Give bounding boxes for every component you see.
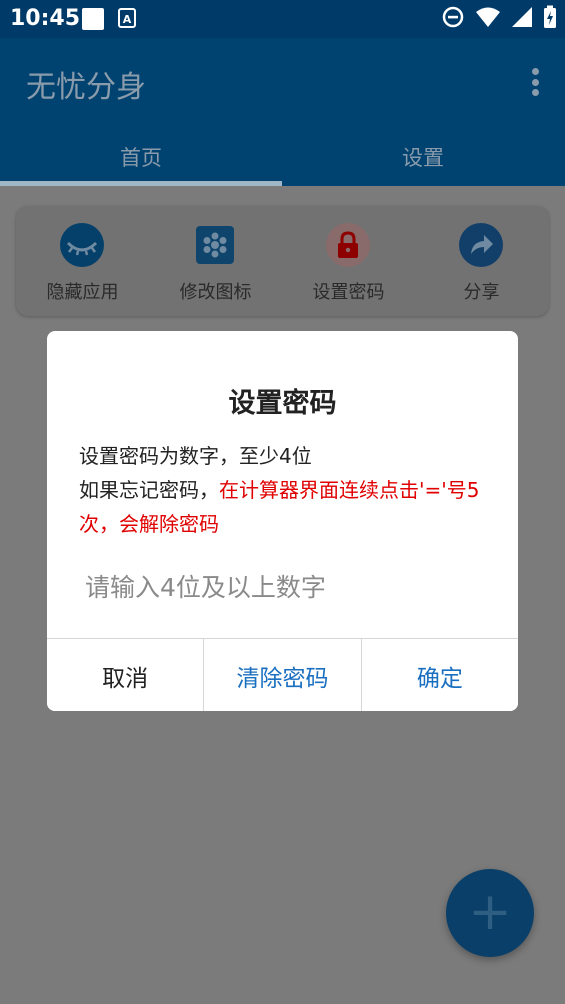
status-time: 10:45 — [10, 6, 81, 31]
feature-change-icon[interactable]: 修改图标 — [149, 206, 282, 316]
cancel-button[interactable]: 取消 — [47, 639, 205, 711]
notification-square-icon — [82, 8, 104, 30]
grid-hex-icon — [196, 226, 234, 264]
lock-icon — [326, 223, 370, 267]
signal-icon — [512, 7, 532, 27]
set-password-dialog: 设置密码 设置密码为数字，至少4位 如果忘记密码，在计算器界面连续点击'='号5… — [47, 331, 518, 711]
plus-icon: + — [468, 882, 512, 942]
feature-hide-apps[interactable]: 隐藏应用 — [16, 206, 149, 316]
app-title: 无忧分身 — [26, 70, 146, 105]
eye-closed-icon — [60, 223, 104, 267]
clear-password-button[interactable]: 清除密码 — [204, 639, 362, 711]
dialog-message-line2: 如果忘记密码，在计算器界面连续点击'='号5次，会解除密码 — [79, 473, 488, 541]
status-bar: 10:45 A — [0, 0, 565, 38]
feature-label: 设置密码 — [312, 282, 385, 303]
dialog-button-bar: 取消 清除密码 确定 — [47, 638, 518, 711]
add-fab-button[interactable]: + — [446, 869, 534, 957]
feature-label: 隐藏应用 — [46, 282, 119, 303]
more-options-icon[interactable] — [531, 68, 539, 96]
dialog-message-line1: 设置密码为数字，至少4位 — [79, 444, 312, 468]
share-icon — [459, 223, 503, 267]
tab-home[interactable]: 首页 — [0, 142, 282, 172]
dialog-title: 设置密码 — [228, 388, 337, 419]
battery-charging-icon — [544, 5, 556, 28]
password-input[interactable] — [85, 567, 485, 607]
feature-share[interactable]: 分享 — [415, 206, 548, 316]
do-not-disturb-icon — [442, 6, 464, 28]
wifi-icon — [476, 7, 500, 27]
status-icons — [441, 5, 557, 29]
feature-card: 隐藏应用 修改图标 设置密码 分享 — [16, 206, 549, 316]
feature-label: 修改图标 — [179, 282, 252, 303]
notification-a-icon: A — [118, 8, 136, 28]
confirm-button[interactable]: 确定 — [361, 639, 518, 711]
dialog-message: 设置密码为数字，至少4位 如果忘记密码，在计算器界面连续点击'='号5次，会解除… — [79, 439, 488, 541]
tab-settings[interactable]: 设置 — [282, 142, 564, 172]
feature-set-password[interactable]: 设置密码 — [282, 206, 415, 316]
dialog-message-prefix: 如果忘记密码， — [79, 478, 219, 502]
feature-label: 分享 — [463, 282, 500, 303]
